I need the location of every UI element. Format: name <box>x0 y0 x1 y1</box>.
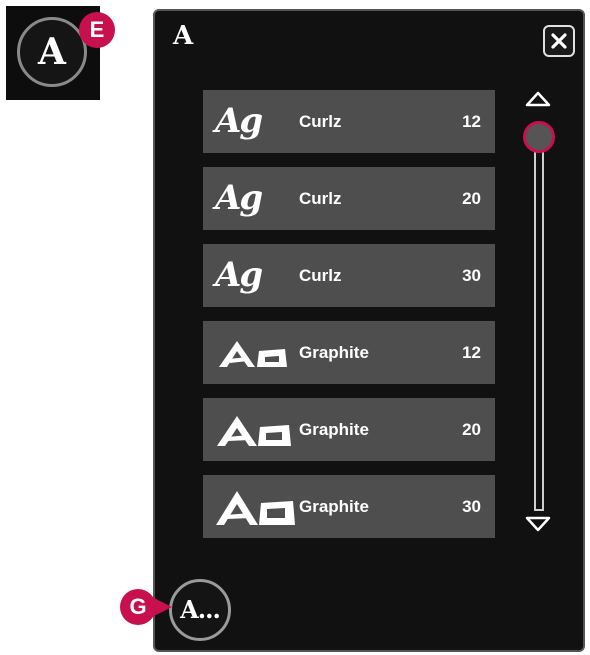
font-name: Curlz <box>299 112 342 131</box>
triangle-up-icon[interactable] <box>525 91 551 107</box>
font-name: Graphite <box>299 420 369 439</box>
triangle-down-icon[interactable] <box>525 516 551 532</box>
scrollbar-thumb[interactable] <box>523 121 555 153</box>
font-size: 20 <box>462 189 481 208</box>
close-icon <box>551 33 567 49</box>
font-size: 20 <box>462 420 481 439</box>
font-name: Curlz <box>299 266 342 285</box>
font-list-item[interactable]: Ag Curlz 30 <box>203 244 495 307</box>
graphite-sample-icon <box>217 416 291 446</box>
font-name: Graphite <box>299 343 369 362</box>
font-button-letter: A <box>38 31 66 73</box>
font-list-item[interactable]: Graphite 12 <box>203 321 495 384</box>
font-name: Graphite <box>299 497 369 516</box>
graphite-sample-icon <box>219 341 287 367</box>
callout-marker-e: E <box>79 12 115 48</box>
all-fonts-button[interactable]: A... <box>169 579 231 641</box>
font-list-item[interactable]: Graphite 20 <box>203 398 495 461</box>
scrollbar-track[interactable] <box>534 131 544 511</box>
font-list-item[interactable]: Ag Curlz 12 <box>203 90 495 153</box>
font-list-item[interactable]: Ag Curlz 20 <box>203 167 495 230</box>
font-size: 12 <box>462 112 481 131</box>
font-name: Curlz <box>299 189 342 208</box>
close-button[interactable] <box>543 25 575 57</box>
font-list: Ag Curlz 12 Ag Curlz 20 Ag Curlz 30 Grap… <box>203 90 495 552</box>
font-selection-panel: A Ag Curlz 12 Ag Curlz 20 Ag Curlz 30 Gr… <box>153 9 585 652</box>
font-button-ring: A <box>17 17 87 87</box>
callout-marker-g: G <box>120 589 172 625</box>
font-sample-icon: Ag <box>215 178 263 218</box>
font-size: 30 <box>462 266 481 285</box>
font-size: 30 <box>462 497 481 516</box>
panel-title: A <box>173 21 194 51</box>
font-size: 12 <box>462 343 481 362</box>
font-sample-icon: Ag <box>215 255 263 295</box>
font-list-item[interactable]: Graphite 30 <box>203 475 495 538</box>
font-sample-icon: Ag <box>215 101 263 141</box>
graphite-sample-icon <box>216 491 295 525</box>
